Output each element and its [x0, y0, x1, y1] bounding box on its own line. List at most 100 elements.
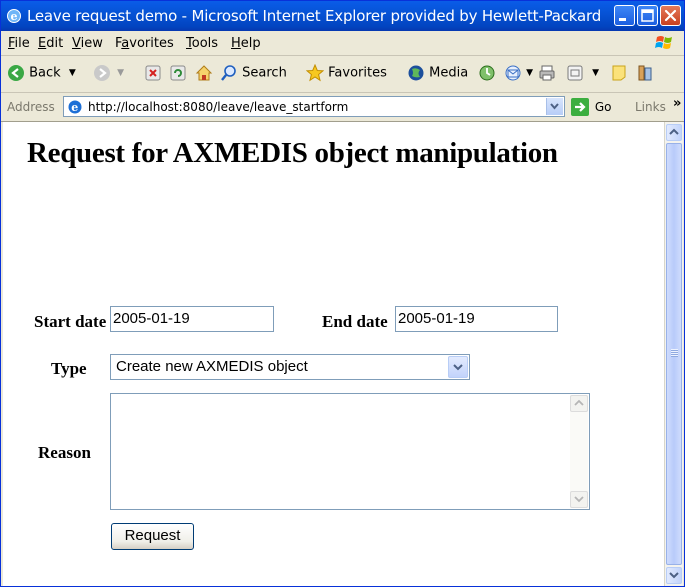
- scroll-thumb[interactable]: [666, 143, 682, 565]
- reason-textarea[interactable]: [110, 393, 590, 510]
- menu-file-label: ile: [14, 36, 30, 51]
- back-label: Back: [29, 65, 61, 81]
- close-icon: [664, 9, 677, 22]
- forward-dropdown-icon[interactable]: ▼: [117, 68, 124, 78]
- media-icon: [408, 65, 424, 81]
- maximize-icon: [641, 9, 654, 22]
- ie-logo-icon: e: [7, 9, 21, 23]
- menu-view-mnemonic: V: [72, 36, 81, 51]
- note-icon: [612, 65, 626, 81]
- type-label: Type: [51, 359, 87, 378]
- home-button[interactable]: [195, 64, 213, 86]
- menu-favorites-label: vorites: [129, 36, 174, 51]
- favorites-button[interactable]: Favorites: [305, 63, 387, 86]
- page-ie-icon: e: [68, 100, 82, 114]
- menu-view-label: iew: [80, 36, 103, 51]
- mail-icon: [505, 65, 521, 81]
- go-label: Go: [594, 100, 612, 114]
- address-dropdown-button[interactable]: [546, 98, 563, 115]
- edit-button[interactable]: ▼: [566, 64, 599, 86]
- type-dropdown-button[interactable]: [448, 356, 468, 378]
- address-bar: Address e http://localhost:8080/leave/le…: [1, 93, 684, 122]
- media-button[interactable]: Media: [407, 64, 468, 86]
- type-select[interactable]: Create new AXMEDIS object: [110, 354, 470, 380]
- menu-edit[interactable]: Edit: [38, 36, 63, 51]
- reason-scroll-down[interactable]: [570, 491, 588, 508]
- scroll-up-button[interactable]: [666, 124, 682, 141]
- search-button[interactable]: Search: [220, 64, 287, 86]
- minimize-button[interactable]: [614, 5, 635, 26]
- end-date-label: End date: [322, 312, 388, 331]
- forward-button[interactable]: ▼: [93, 64, 124, 86]
- mail-button[interactable]: ▼: [504, 64, 533, 86]
- reason-scrollbar[interactable]: [570, 395, 588, 508]
- refresh-button[interactable]: [169, 64, 187, 86]
- chevron-down-icon: [453, 364, 463, 371]
- menu-edit-label: dit: [46, 36, 64, 51]
- research-icon: [638, 65, 652, 81]
- menu-view[interactable]: View: [72, 36, 103, 51]
- go-button[interactable]: Go: [571, 98, 611, 116]
- start-date-label: Start date: [34, 312, 107, 331]
- stop-icon: [145, 65, 161, 81]
- edit-page-icon: [567, 65, 583, 81]
- search-icon: [221, 65, 236, 81]
- menu-file[interactable]: File: [8, 36, 30, 51]
- print-icon: [539, 65, 555, 81]
- edit-dropdown-icon[interactable]: ▼: [592, 68, 599, 78]
- svg-text:e: e: [11, 10, 18, 23]
- links-chevron-icon[interactable]: »: [673, 96, 681, 111]
- back-button[interactable]: Back ▼: [7, 64, 76, 86]
- end-date-field[interactable]: 2005-01-19: [395, 306, 558, 332]
- menu-favorites[interactable]: Favorites: [115, 36, 174, 51]
- menu-help-mnemonic: H: [231, 36, 241, 51]
- chevron-up-icon: [574, 399, 584, 406]
- scroll-down-button[interactable]: [666, 567, 682, 584]
- menu-edit-mnemonic: E: [38, 36, 47, 51]
- back-dropdown-icon[interactable]: ▼: [69, 68, 76, 78]
- menu-help[interactable]: Help: [231, 36, 261, 51]
- vertical-scrollbar[interactable]: [664, 122, 683, 586]
- chevron-down-icon: [550, 103, 559, 110]
- standard-toolbar: Back ▼ ▼ Search Favorites Media ▼ ▼: [1, 56, 684, 93]
- menu-help-label: elp: [240, 36, 261, 51]
- home-icon: [195, 65, 213, 81]
- window-title: Leave request demo - Microsoft Internet …: [27, 7, 602, 25]
- minimize-icon: [619, 18, 626, 21]
- title-bar[interactable]: e Leave request demo - Microsoft Interne…: [1, 1, 684, 31]
- links-toolbar[interactable]: Links: [635, 100, 666, 114]
- forward-arrow-icon: [94, 65, 110, 81]
- close-button[interactable]: [660, 5, 681, 26]
- menu-bar: File Edit View Favorites Tools Help: [1, 31, 684, 56]
- chevron-down-icon: [669, 572, 679, 579]
- browser-window: e Leave request demo - Microsoft Interne…: [0, 0, 685, 587]
- reason-label: Reason: [38, 443, 91, 462]
- maximize-button[interactable]: [637, 5, 658, 26]
- reason-scroll-up[interactable]: [570, 395, 588, 412]
- back-arrow-icon: [8, 65, 24, 81]
- favorites-label: Favorites: [328, 65, 387, 81]
- stop-button[interactable]: [144, 64, 162, 86]
- history-button[interactable]: [478, 64, 496, 86]
- address-label: Address: [7, 100, 55, 114]
- request-button[interactable]: Request: [111, 523, 194, 550]
- type-selected-value: Create new AXMEDIS object: [116, 358, 308, 375]
- svg-text:e: e: [71, 101, 78, 114]
- start-date-field[interactable]: 2005-01-19: [110, 306, 274, 332]
- messenger-button[interactable]: [636, 64, 654, 86]
- address-url: http://localhost:8080/leave/leave_startf…: [88, 100, 349, 114]
- menu-tools-label: ools: [191, 36, 219, 51]
- print-button[interactable]: [538, 64, 556, 86]
- menu-tools[interactable]: Tools: [186, 36, 218, 51]
- mail-dropdown-icon[interactable]: ▼: [526, 68, 533, 78]
- chevron-up-icon: [669, 128, 679, 135]
- windows-flag-icon: [655, 36, 672, 49]
- star-icon: [305, 63, 325, 82]
- page-title: Request for AXMEDIS object manipulation: [27, 137, 558, 169]
- history-icon: [479, 65, 495, 81]
- go-arrow-icon: [571, 98, 589, 116]
- address-input[interactable]: e http://localhost:8080/leave/leave_star…: [63, 96, 565, 117]
- discuss-button[interactable]: [610, 64, 628, 86]
- refresh-icon: [170, 65, 186, 81]
- chevron-down-icon: [574, 496, 584, 503]
